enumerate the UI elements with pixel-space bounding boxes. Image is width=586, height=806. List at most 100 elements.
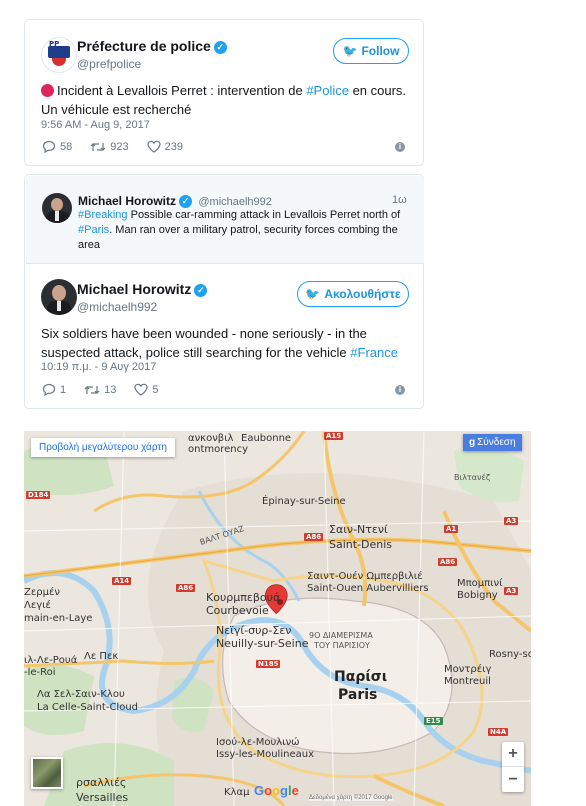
road-badge: A86 — [176, 584, 196, 592]
road-badge: A15 — [324, 432, 344, 440]
hashtag-link[interactable]: #France — [350, 345, 398, 360]
info-icon[interactable]: i — [395, 385, 405, 395]
map-label: Κουρμπεβουά — [206, 591, 281, 604]
verified-icon: ✓ — [194, 284, 208, 297]
red-circle-icon — [41, 84, 54, 97]
author-name-text: Michael Horowitz — [77, 281, 192, 297]
map-label: ανκονβιλ — [188, 433, 234, 444]
map-label: Ισού-λε-Μουλινώ — [216, 737, 300, 748]
map-label: La Celle-Saint-Cloud — [37, 702, 139, 713]
retweet-icon — [90, 142, 106, 151]
reply-count: 1 — [60, 383, 67, 396]
follow-button[interactable]: 🐦 Ακολουθήστε — [297, 281, 409, 307]
map-label: Σαιντ-Ουέν Ωμπερβιλιέ — [307, 571, 423, 582]
reply-button[interactable]: 58 — [42, 140, 72, 153]
map-label: -le-Roi — [24, 667, 56, 678]
avatar[interactable]: PP — [41, 37, 77, 73]
avatar[interactable] — [41, 279, 77, 315]
info-icon[interactable]: i — [395, 142, 405, 152]
like-count: 5 — [152, 383, 159, 396]
tweet-actions: 1 13 5 — [42, 383, 177, 396]
map-label: Montreuil — [444, 676, 491, 687]
map-label: Issy-les-Moulineaux — [216, 749, 314, 760]
quoted-author-name-text: Michael Horowitz — [78, 194, 177, 208]
tweet-text-part: Un véhicule est recherché — [41, 102, 192, 117]
tweet-card-prefecture[interactable]: PP Préfecture de police ✓ @prefpolice 🐦 Fo… — [24, 19, 424, 166]
tweet-card-horowitz[interactable]: Michael Horowitz ✓ @michaelh992 1ω #Break… — [24, 174, 424, 409]
reply-icon — [42, 383, 56, 396]
retweet-button[interactable]: 13 — [84, 384, 116, 396]
road-badge: N185 — [256, 660, 281, 668]
reply-icon — [42, 140, 56, 153]
zoom-in-button[interactable]: + — [502, 742, 524, 767]
map-label: Σαιν-Ντενί — [329, 523, 388, 536]
map-terms[interactable]: Δεδομένα χάρτη ©2017 Google — [309, 795, 393, 801]
map-label: Νεϊγί-συρ-Σεν — [216, 624, 292, 637]
reply-button[interactable]: 1 — [42, 383, 66, 396]
road-badge: A86 — [438, 558, 458, 566]
map-label: ρσαλλιές — [76, 776, 127, 789]
signin-label: Σύνδεση — [477, 437, 516, 448]
road-badge: E15 — [424, 717, 443, 725]
timestamp-link[interactable]: 9:56 AM - Aug 9, 2017 — [41, 119, 150, 131]
like-button[interactable]: 5 — [134, 383, 159, 396]
quoted-author-name[interactable]: Michael Horowitz ✓ @michaelh992 — [78, 194, 272, 208]
signin-button[interactable]: g Σύνδεση — [463, 434, 522, 451]
map-label: Rosny-so — [489, 649, 531, 660]
quoted-timestamp[interactable]: 1ω — [392, 194, 407, 206]
reply-count: 58 — [60, 140, 73, 153]
tweet-text-part: suspected attack, police still searching… — [41, 345, 351, 360]
retweet-icon — [84, 385, 100, 394]
view-larger-map-button[interactable]: Προβολή μεγαλύτερου χάρτη — [31, 438, 175, 457]
heart-icon — [134, 383, 148, 396]
hashtag-link[interactable]: #Breaking — [78, 209, 128, 221]
map-label: Bobigny — [457, 590, 498, 601]
bird-icon: 🐦 — [305, 287, 321, 301]
avatar[interactable] — [42, 193, 72, 223]
author-handle[interactable]: @michaelh992 — [77, 300, 157, 314]
map-label: Versailles — [76, 791, 129, 804]
map-label: Saint-Ouen Aubervilliers — [307, 583, 429, 594]
map-label: Neuilly-sur-Seine — [216, 637, 309, 650]
quoted-text-part: Possible car-ramming attack in Levallois… — [127, 209, 401, 221]
hashtag-link[interactable]: #Police — [306, 83, 349, 98]
tweet-text: Six soldiers have been wounded - none se… — [41, 324, 411, 362]
bird-icon: 🐦 — [342, 44, 358, 58]
map-label: Βιλτανέζ — [454, 473, 491, 482]
road-badge: A3 — [504, 517, 519, 525]
google-plus-icon: g — [469, 437, 476, 448]
map-label: Λα Σελ-Σαιν-Κλου — [37, 689, 125, 700]
map-label: ΤΟΥ ΠΑΡΙΣΙΟΥ — [314, 641, 370, 650]
road-badge: N4A — [488, 728, 509, 736]
tweet-text: Incident à Levallois Perret : interventi… — [41, 81, 411, 119]
author-name[interactable]: Préfecture de police ✓ — [77, 38, 227, 54]
author-name[interactable]: Michael Horowitz ✓ — [77, 281, 208, 297]
satellite-view-toggle[interactable] — [31, 757, 63, 789]
quoted-tweet[interactable]: Michael Horowitz ✓ @michaelh992 1ω #Break… — [26, 176, 424, 264]
quoted-text-part: area — [78, 239, 101, 251]
timestamp-link[interactable]: 10:19 π.μ. - 9 Αυγ 2017 — [41, 361, 156, 373]
retweet-count: 13 — [104, 383, 117, 396]
quoted-text: #Breaking Possible car-ramming attack in… — [78, 208, 418, 253]
zoom-control: + − — [502, 742, 524, 792]
road-badge: A86 — [304, 533, 324, 541]
map-label: ontmorency — [188, 444, 249, 455]
like-button[interactable]: 239 — [147, 140, 183, 153]
retweet-button[interactable]: 923 — [90, 141, 129, 153]
hashtag-link[interactable]: #Paris — [78, 224, 109, 236]
road-badge: D184 — [26, 491, 51, 499]
google-map[interactable]: Προβολή μεγαλύτερου χάρτη g Σύνδεση Eaubo… — [24, 431, 531, 806]
quoted-text-part: . Man ran over a military patrol, securi… — [109, 224, 398, 236]
map-label: Λεγιέ — [24, 600, 51, 611]
tweet-text-part: en cours. — [348, 83, 407, 98]
author-handle[interactable]: @prefpolice — [77, 57, 141, 71]
heart-icon — [147, 140, 161, 153]
quoted-author-handle: @michaelh992 — [198, 196, 272, 208]
follow-button[interactable]: 🐦 Follow — [333, 38, 409, 64]
map-label: main-en-Laye — [24, 613, 93, 624]
map-label: 9Ο ΔΙΑΜΕΡΙΣΜΑ — [309, 631, 373, 640]
map-label: Λε Πεκ — [84, 651, 119, 662]
map-label: Κλαμ — [224, 787, 250, 798]
map-label: Épinay-sur-Seine — [262, 496, 346, 507]
zoom-out-button[interactable]: − — [502, 767, 524, 792]
